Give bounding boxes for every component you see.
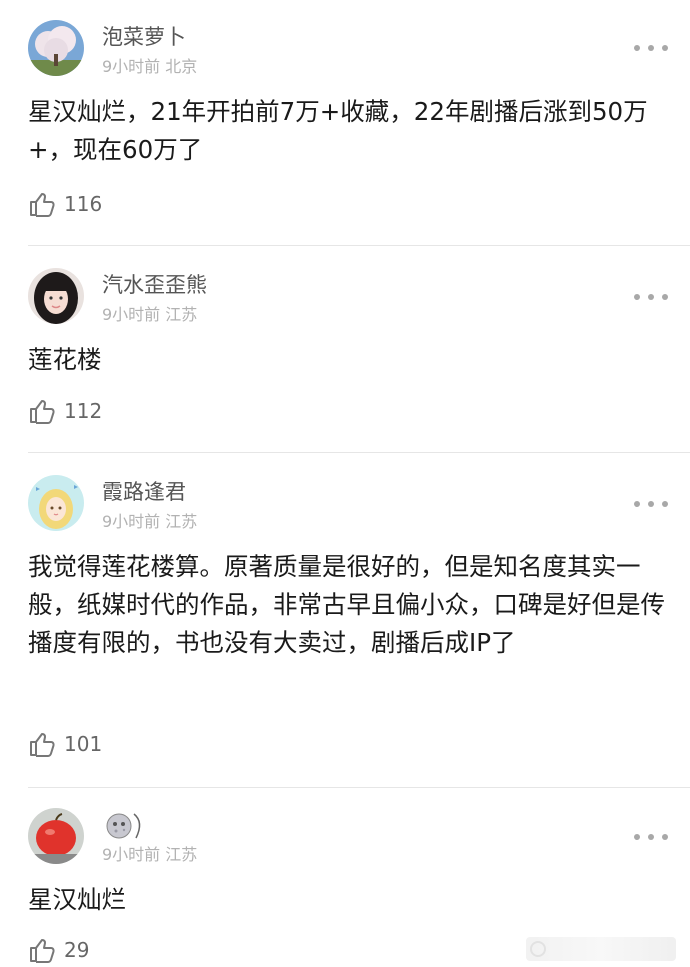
moon-face-emoji-icon [102, 808, 146, 842]
thumbs-up-icon [30, 939, 55, 963]
comment-item: 9小时前 江苏 星汉灿烂 29 [0, 0, 690, 967]
apple-avatar-icon[interactable] [28, 808, 84, 864]
comment-text: 星汉灿烂 [28, 885, 126, 914]
comment-meta: 9小时前 江苏 [102, 845, 198, 864]
watermark-logo-icon [530, 941, 546, 957]
like-button[interactable]: 29 [28, 936, 89, 964]
watermark-overlay [526, 937, 676, 961]
more-dots-icon[interactable] [634, 832, 668, 842]
like-count: 29 [64, 938, 90, 962]
